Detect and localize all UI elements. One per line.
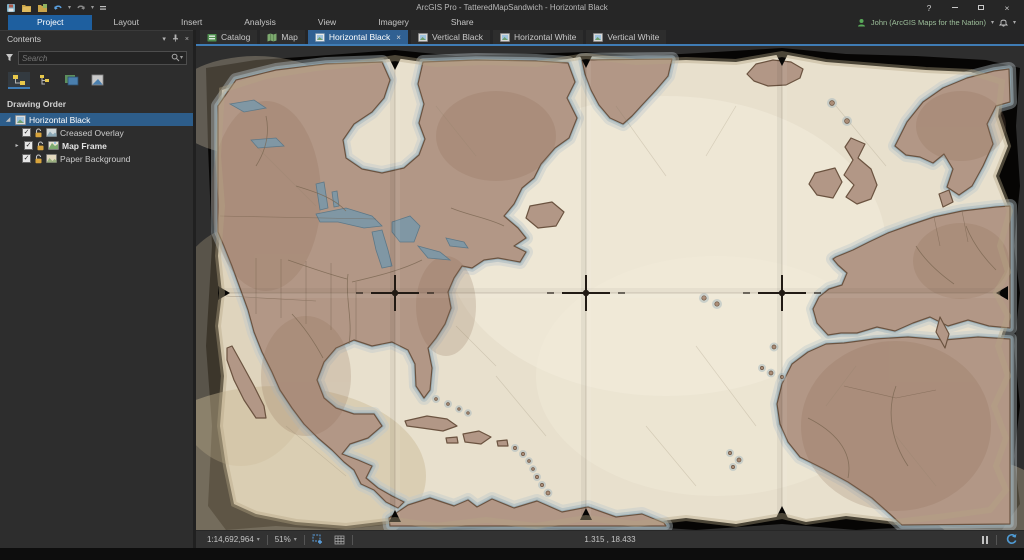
scale-combo[interactable]: 1:14,692,964 ▾ <box>202 535 265 544</box>
tab-vertical-black[interactable]: Vertical Black <box>410 30 490 44</box>
window-title: ArcGIS Pro - TatteredMapSandwich - Horiz… <box>416 3 608 12</box>
lock-icon[interactable] <box>34 127 43 138</box>
tree-item-horizontal-black[interactable]: ◢ Horizontal Black <box>0 113 193 126</box>
open-project-icon[interactable] <box>21 2 32 13</box>
status-bar: 1:14,692,964 ▾ 51% ▾ 1.315 , 18.433 <box>196 530 1024 548</box>
visibility-checkbox[interactable]: ✓ <box>22 154 31 163</box>
account-menu[interactable]: John (ArcGIS Maps for the Nation) ▾ ▾ <box>857 15 1016 30</box>
minimize-button[interactable] <box>942 0 968 15</box>
list-by-source-button[interactable] <box>34 72 56 89</box>
layout-icon <box>15 114 26 125</box>
contents-panel-title: Contents <box>7 34 42 44</box>
restore-button[interactable] <box>968 0 994 15</box>
ribbon-tab-view[interactable]: View <box>297 15 357 30</box>
undo-dropdown-icon[interactable]: ▾ <box>68 5 71 11</box>
ribbon-tab-layout[interactable]: Layout <box>92 15 160 30</box>
zoom-combo[interactable]: 51% ▾ <box>270 535 302 544</box>
lock-icon[interactable] <box>36 140 45 151</box>
tree-item-paper-background[interactable]: ✓ Paper Background <box>0 152 193 165</box>
notifications-bell-icon[interactable] <box>998 14 1009 32</box>
tab-horizontal-white[interactable]: Horizontal White <box>492 30 584 44</box>
visibility-checkbox[interactable]: ✓ <box>24 141 33 150</box>
list-by-labeling-button[interactable] <box>86 72 108 89</box>
ribbon-tab-project[interactable]: Project <box>8 15 93 30</box>
map-frame-icon <box>48 141 59 150</box>
account-user-label: John (ArcGIS Maps for the Nation) <box>870 18 986 27</box>
layout-view-canvas[interactable] <box>126 46 1024 560</box>
tree-item-label: Paper Background <box>60 153 131 164</box>
collapse-icon[interactable]: ◢ <box>4 116 12 123</box>
new-project-icon[interactable] <box>37 2 48 13</box>
raster-layer-icon <box>46 128 57 137</box>
search-box: ▾ <box>18 51 187 65</box>
lock-icon[interactable] <box>34 153 43 164</box>
quick-access-toolbar: ▾ ▾ <box>6 1 107 14</box>
tattered-map-graphic <box>126 48 1024 560</box>
window-bottom-edge <box>0 548 1024 560</box>
contents-toolbar <box>0 69 193 91</box>
search-icon[interactable] <box>171 49 180 67</box>
visibility-checkbox[interactable]: ✓ <box>22 128 31 137</box>
close-tab-icon[interactable]: × <box>396 33 401 42</box>
arcgis-pro-window: ▾ ▾ ArcGIS Pro - TatteredMapSandwich - H… <box>0 0 1024 560</box>
ribbon-tab-share[interactable]: Share <box>430 15 495 30</box>
tree-item-label: Horizontal Black <box>29 114 91 125</box>
redo-icon[interactable] <box>76 2 86 13</box>
tab-horizontal-black[interactable]: Horizontal Black × <box>307 30 408 44</box>
ribbon-tab-row: Project Layout Insert Analysis View Imag… <box>0 15 1024 30</box>
user-icon <box>857 14 866 32</box>
tree-item-map-frame[interactable]: ▸ ✓ Map Frame <box>0 139 193 152</box>
tree-item-label: Map Frame <box>62 140 107 151</box>
redo-dropdown-icon[interactable]: ▾ <box>91 5 94 11</box>
filter-icon[interactable] <box>5 49 14 67</box>
save-icon[interactable] <box>6 2 16 13</box>
expand-icon[interactable]: ▸ <box>13 142 21 149</box>
list-by-drawing-order-button[interactable] <box>8 72 30 89</box>
ribbon-tab-analysis[interactable]: Analysis <box>223 15 297 30</box>
undo-icon[interactable] <box>53 2 63 13</box>
title-bar: ▾ ▾ ArcGIS Pro - TatteredMapSandwich - H… <box>0 0 1024 15</box>
ribbon-collapse-icon[interactable]: ▾ <box>1013 19 1016 26</box>
raster-layer-icon <box>46 154 57 163</box>
view-tab-strip: Catalog Map Horizontal Black × Vertical … <box>196 30 1024 46</box>
ribbon-tab-insert[interactable]: Insert <box>160 15 223 30</box>
tab-vertical-white[interactable]: Vertical White <box>586 30 667 44</box>
help-button[interactable]: ? <box>916 0 942 15</box>
panel-menu-icon[interactable]: ▾ <box>162 35 166 43</box>
list-by-editing-button[interactable] <box>60 72 82 89</box>
grid-button[interactable] <box>329 535 350 545</box>
ribbon-tab-imagery[interactable]: Imagery <box>357 15 430 30</box>
drawing-order-label: Drawing Order <box>7 99 67 109</box>
account-dropdown-icon: ▾ <box>990 20 994 26</box>
tab-map[interactable]: Map <box>260 30 305 44</box>
search-input[interactable] <box>22 53 171 63</box>
contents-panel: Contents ▾ × ▾ <box>0 30 193 548</box>
pin-icon[interactable] <box>172 34 179 44</box>
customize-quick-access-icon[interactable] <box>99 2 107 13</box>
tree-item-label: Creased Overlay <box>60 127 124 138</box>
pause-drawing-button[interactable] <box>982 535 988 544</box>
refresh-button[interactable] <box>1005 533 1018 547</box>
search-dropdown-icon[interactable]: ▾ <box>180 55 183 61</box>
tab-catalog[interactable]: Catalog <box>200 30 258 44</box>
tree-item-creased-overlay[interactable]: ✓ Creased Overlay <box>0 126 193 139</box>
close-panel-icon[interactable]: × <box>185 36 189 43</box>
select-elements-button[interactable] <box>307 534 329 545</box>
